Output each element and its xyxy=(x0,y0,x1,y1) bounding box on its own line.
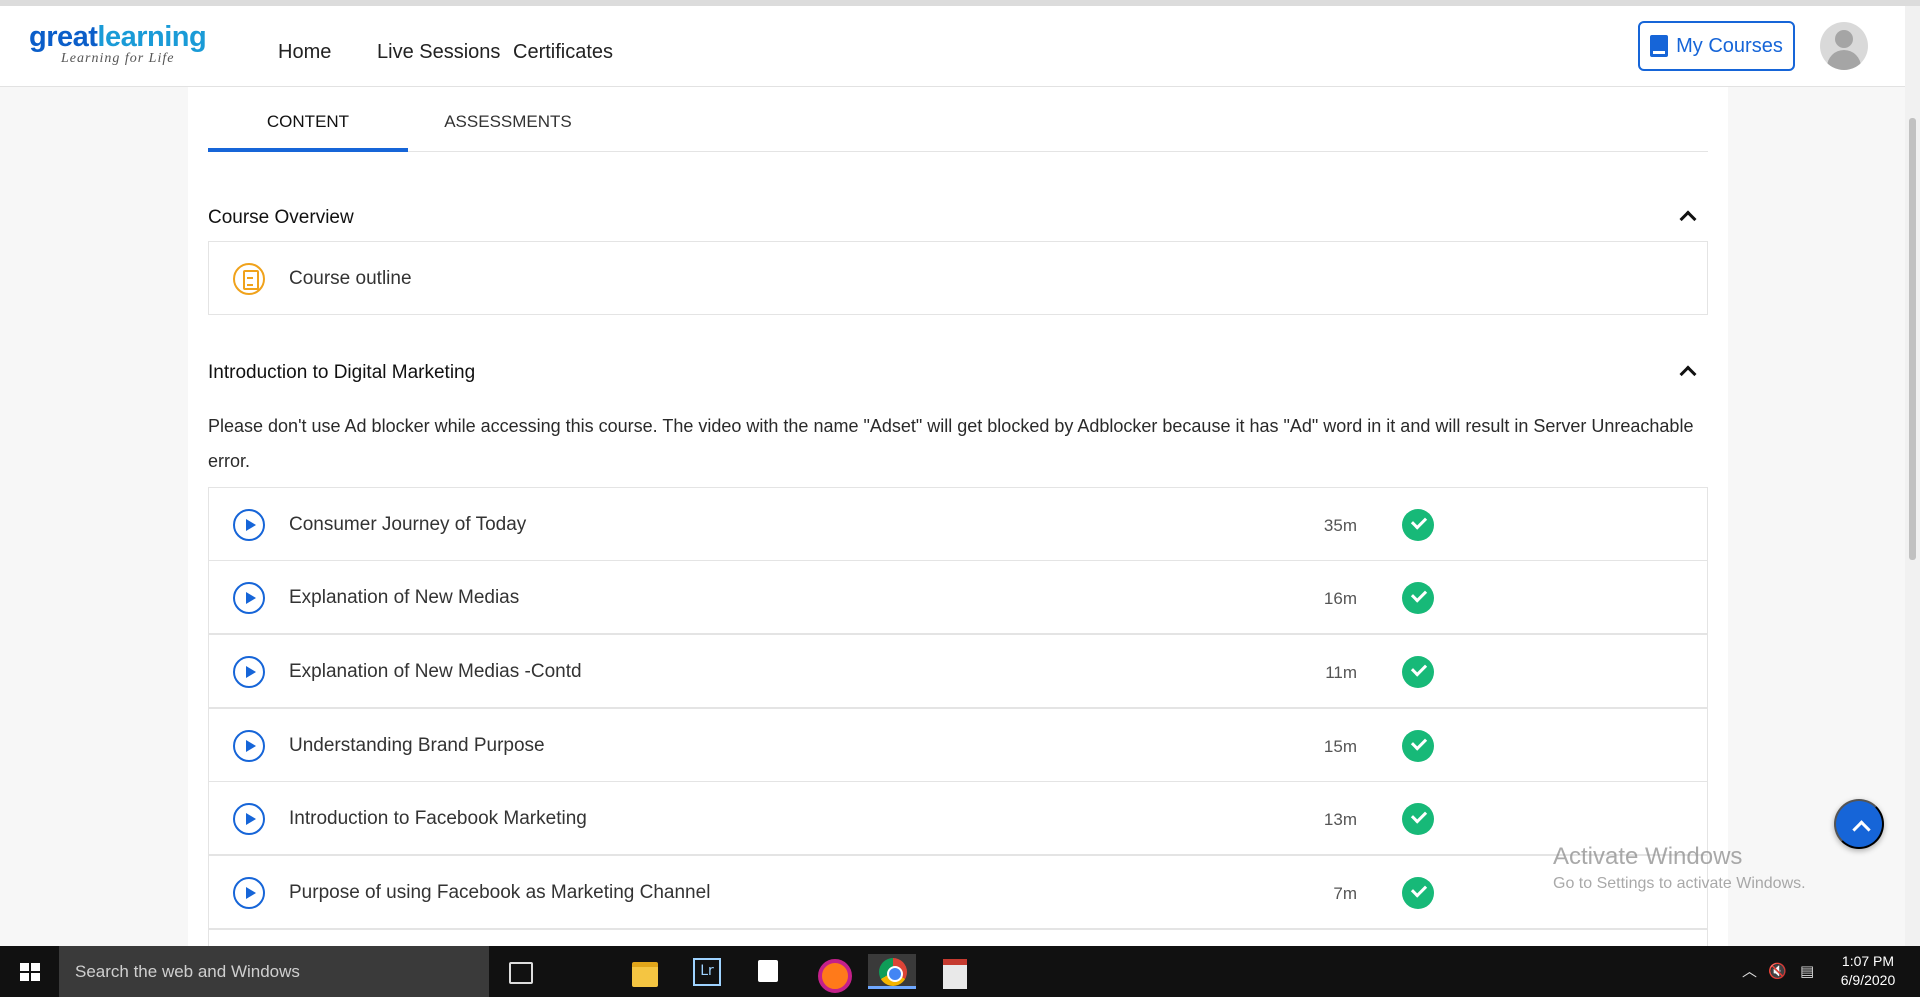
avatar-head-shape xyxy=(1835,30,1853,48)
firefox-icon[interactable] xyxy=(806,954,854,993)
item-duration: 11m xyxy=(1325,663,1357,682)
lightroom-icon[interactable] xyxy=(682,954,730,989)
item-duration: 16m xyxy=(1323,589,1357,608)
play-icon xyxy=(233,509,265,541)
tray-chevron-up-icon[interactable]: ︿ xyxy=(1742,946,1757,997)
tab-content[interactable]: CONTENT xyxy=(208,87,408,152)
book-icon xyxy=(1650,35,1669,57)
adblock-notice: Please don't use Ad blocker while access… xyxy=(208,416,1694,471)
chevron-up-icon[interactable] xyxy=(1679,365,1697,383)
scrollbar-thumb[interactable] xyxy=(1909,118,1916,560)
greatlearning-logo[interactable]: greatlearning Learning for Life xyxy=(29,22,229,72)
windows-taskbar: Search the web and Windows ︿ 🔇 ▤ 1:07 PM… xyxy=(0,946,1920,997)
store-icon[interactable] xyxy=(744,954,792,989)
item-duration: 7m xyxy=(1333,884,1357,903)
logo-tagline: Learning for Life xyxy=(61,51,175,66)
start-button[interactable] xyxy=(0,946,58,997)
my-courses-button[interactable]: My Courses xyxy=(1638,21,1795,71)
item-title: Understanding Brand Purpose xyxy=(289,735,545,756)
section-header-intro-digital-marketing[interactable]: Introduction to Digital Marketing xyxy=(208,362,1708,392)
completed-check-icon xyxy=(1402,877,1434,909)
clock-date: 6/9/2020 xyxy=(1840,972,1896,988)
item-title: Purpose of using Facebook as Marketing C… xyxy=(289,882,711,903)
chevron-up-icon[interactable] xyxy=(1679,210,1697,228)
top-navbar: greatlearning Learning for Life Home Liv… xyxy=(0,6,1905,87)
list-item[interactable]: Purpose of using Facebook as Marketing C… xyxy=(208,855,1708,929)
section-title: Course Overview xyxy=(208,207,354,228)
item-title: Course outline xyxy=(289,268,412,289)
action-center-icon[interactable]: ▤ xyxy=(1800,946,1814,997)
app-icon[interactable] xyxy=(930,954,978,989)
user-avatar[interactable] xyxy=(1820,22,1868,70)
completed-check-icon xyxy=(1402,803,1434,835)
scroll-to-top-button[interactable] xyxy=(1834,799,1884,849)
list-item[interactable]: Explanation of New Medias -Contd 11m xyxy=(208,634,1708,708)
play-icon xyxy=(233,803,265,835)
nav-certificates[interactable]: Certificates xyxy=(513,39,613,65)
tab-assessments[interactable]: ASSESSMENTS xyxy=(408,87,608,152)
item-duration: 15m xyxy=(1323,737,1357,756)
list-item[interactable]: Understanding Brand Purpose 15m xyxy=(208,708,1708,782)
item-title: Explanation of New Medias xyxy=(289,587,520,608)
content-tabs: CONTENT ASSESSMENTS xyxy=(208,87,1708,152)
nav-live-sessions[interactable]: Live Sessions xyxy=(377,39,500,65)
page-scrollbar[interactable] xyxy=(1905,6,1920,946)
list-item[interactable]: Explanation of New Medias 16m xyxy=(208,560,1708,634)
logo-word-great: great xyxy=(29,21,98,53)
nav-home[interactable]: Home xyxy=(278,39,331,65)
logo-wordmark: greatlearning xyxy=(29,22,229,52)
taskbar-clock[interactable]: 1:07 PM 6/9/2020 xyxy=(1828,952,1908,990)
item-title: Consumer Journey of Today xyxy=(289,514,527,535)
completed-check-icon xyxy=(1402,509,1434,541)
my-courses-label: My Courses xyxy=(1676,34,1783,57)
course-content-panel: CONTENT ASSESSMENTS Course Overview Cour… xyxy=(188,87,1728,997)
item-duration: 13m xyxy=(1323,810,1357,829)
document-icon xyxy=(233,263,265,295)
section-title: Introduction to Digital Marketing xyxy=(208,362,476,383)
list-item[interactable]: Course outline xyxy=(208,241,1708,315)
list-item[interactable]: Introduction to Facebook Marketing 13m xyxy=(208,781,1708,855)
volume-muted-icon[interactable]: 🔇 xyxy=(1768,946,1787,997)
item-duration: 35m xyxy=(1323,516,1357,535)
completed-check-icon xyxy=(1402,582,1434,614)
play-icon xyxy=(233,656,265,688)
list-item[interactable]: Consumer Journey of Today 35m xyxy=(208,487,1708,561)
logo-word-learning: learning xyxy=(97,21,207,53)
clock-time: 1:07 PM xyxy=(1841,953,1895,969)
play-icon xyxy=(233,877,265,909)
completed-check-icon xyxy=(1402,656,1434,688)
item-title: Explanation of New Medias -Contd xyxy=(289,661,582,682)
play-icon xyxy=(233,730,265,762)
task-view-icon[interactable] xyxy=(495,954,543,989)
file-explorer-icon[interactable] xyxy=(620,954,668,989)
windows-logo-icon xyxy=(20,963,40,981)
completed-check-icon xyxy=(1402,730,1434,762)
avatar-body-shape xyxy=(1827,50,1861,70)
play-icon xyxy=(233,582,265,614)
section-header-course-overview[interactable]: Course Overview xyxy=(208,207,1708,237)
item-title: Introduction to Facebook Marketing xyxy=(289,808,587,829)
chrome-icon[interactable] xyxy=(868,954,916,989)
taskbar-search-input[interactable]: Search the web and Windows xyxy=(59,946,489,997)
